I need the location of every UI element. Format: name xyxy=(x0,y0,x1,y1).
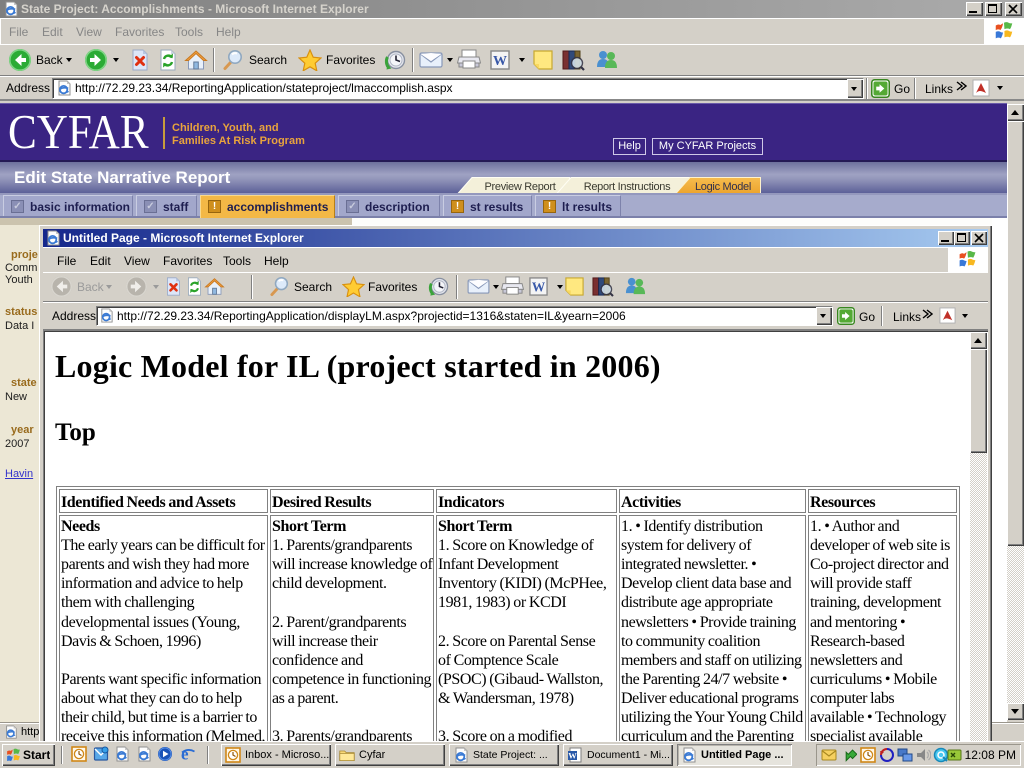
svg-text:Logic Model: Logic Model xyxy=(695,181,751,193)
svg-text:Report Instructions: Report Instructions xyxy=(584,181,671,193)
svg-text:Preview Report: Preview Report xyxy=(485,181,556,193)
